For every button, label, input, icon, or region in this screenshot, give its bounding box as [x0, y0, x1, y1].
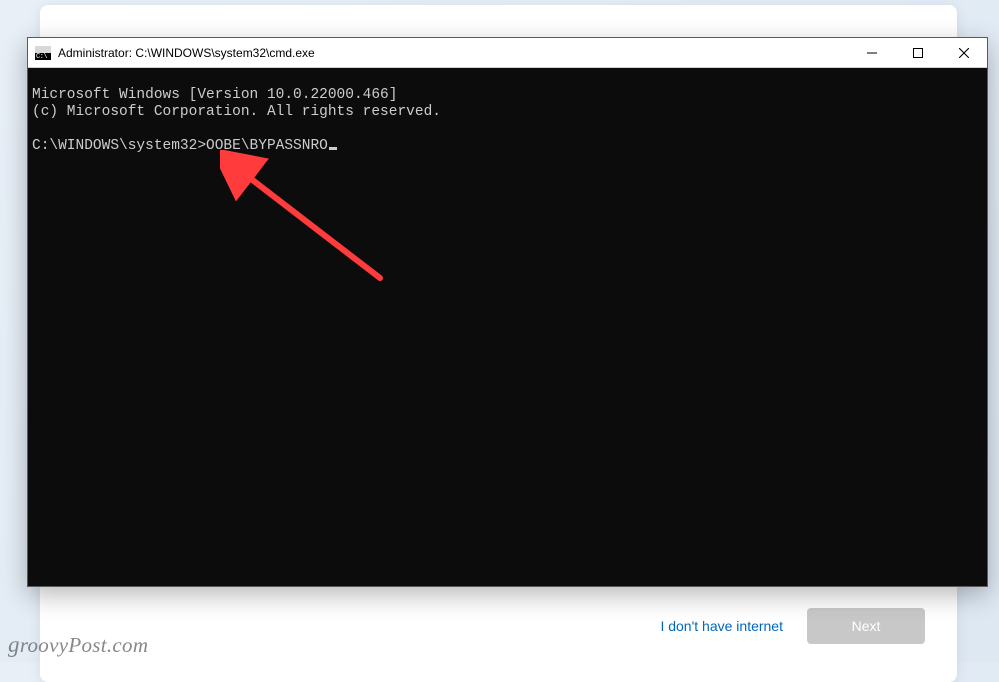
terminal-output[interactable]: Microsoft Windows [Version 10.0.22000.46… [28, 68, 987, 586]
minimize-button[interactable] [849, 38, 895, 67]
oobe-footer: I don't have internet Next [68, 608, 929, 664]
terminal-command-text: C:\WINDOWS\system32>OOBE\BYPASSNRO [32, 138, 328, 154]
window-controls [849, 38, 987, 67]
watermark-text: groovyPost.com [8, 632, 148, 658]
no-internet-link[interactable]: I don't have internet [656, 610, 787, 642]
cmd-icon: C:\ [35, 46, 51, 60]
next-button[interactable]: Next [807, 608, 925, 644]
terminal-line: (c) Microsoft Corporation. All rights re… [32, 104, 441, 120]
terminal-prompt: C:\WINDOWS\system32>OOBE\BYPASSNRO [32, 138, 337, 154]
text-cursor [329, 147, 337, 150]
window-titlebar[interactable]: C:\ Administrator: C:\WINDOWS\system32\c… [28, 38, 987, 68]
close-button[interactable] [941, 38, 987, 67]
command-prompt-window: C:\ Administrator: C:\WINDOWS\system32\c… [27, 37, 988, 587]
maximize-button[interactable] [895, 38, 941, 67]
window-title: Administrator: C:\WINDOWS\system32\cmd.e… [58, 46, 315, 60]
terminal-line: Microsoft Windows [Version 10.0.22000.46… [32, 87, 397, 103]
